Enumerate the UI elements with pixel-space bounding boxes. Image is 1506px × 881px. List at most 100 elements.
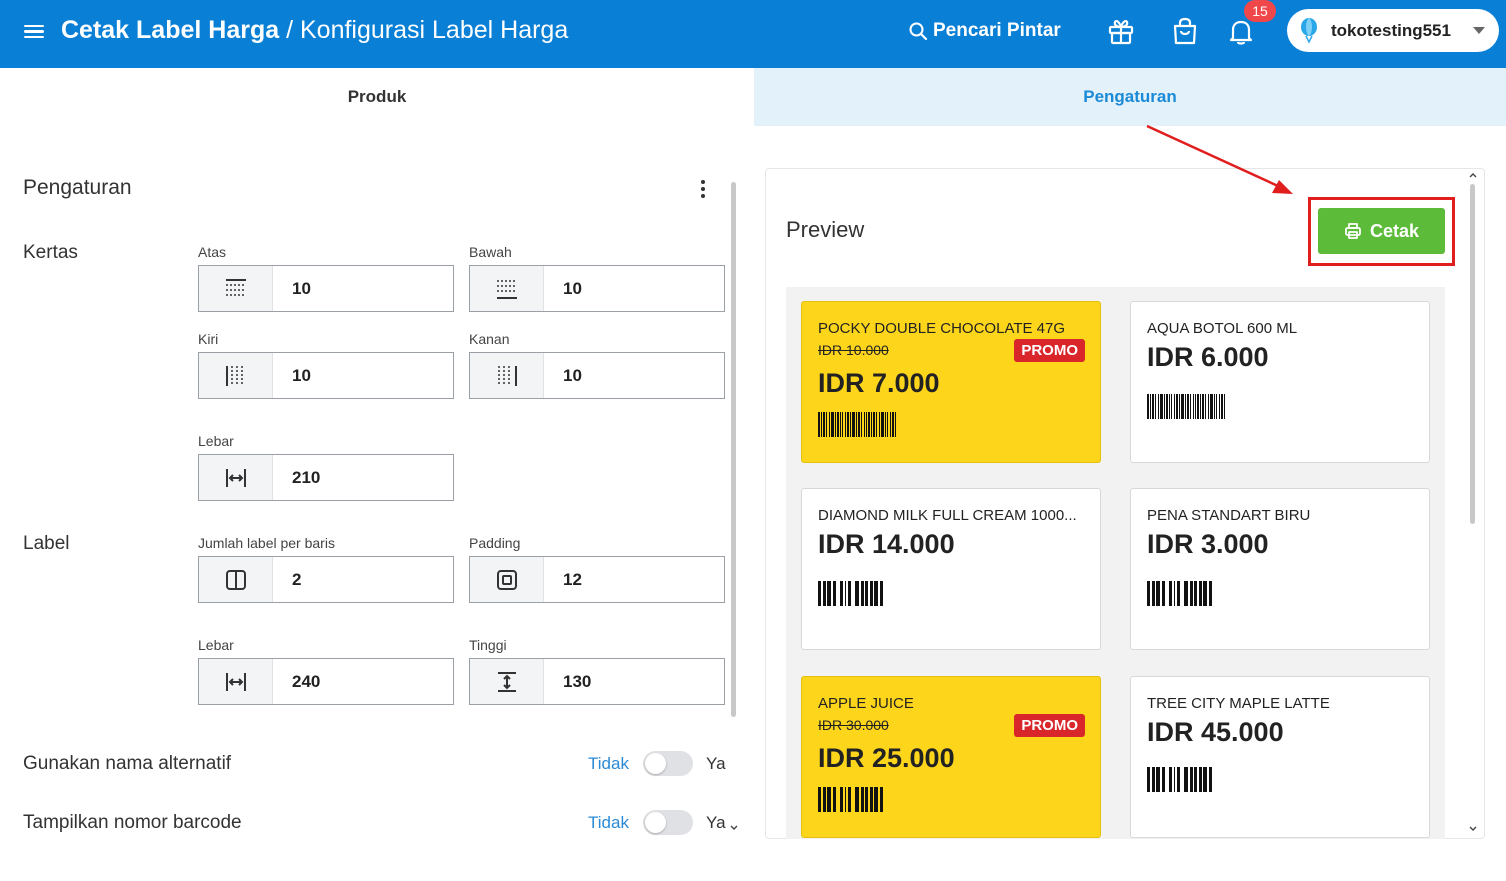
- barcode-bar: [1155, 394, 1156, 419]
- barcode: [818, 787, 883, 812]
- barcode-bar: [818, 787, 821, 812]
- smart-search-button[interactable]: Pencari Pintar: [908, 18, 1061, 44]
- barcode-bar: [1221, 394, 1223, 419]
- barcode-bar: [1181, 394, 1184, 419]
- alt-name-switch[interactable]: [643, 751, 693, 776]
- barcode-bar: [876, 412, 877, 437]
- label-card: POCKY DOUBLE CHOCOLATE 47G IDR 10.000 PR…: [801, 301, 1101, 463]
- barcode-number-off-option[interactable]: Tidak: [588, 813, 629, 833]
- tab-bar: Produk Pengaturan: [0, 68, 1506, 126]
- barcode-bar: [842, 412, 843, 437]
- breadcrumb-parent[interactable]: Cetak Label Harga: [61, 16, 279, 44]
- barcode-bar: [840, 787, 843, 812]
- barcode-bar: [1209, 767, 1212, 792]
- product-price: IDR 25.000: [818, 743, 955, 773]
- padding-input[interactable]: [544, 557, 724, 602]
- barcode-number-label: Tampilkan nomor barcode: [23, 812, 242, 833]
- bawah-input[interactable]: [544, 266, 724, 311]
- barcode-bar: [1152, 394, 1154, 419]
- barcode-number-on-option[interactable]: Ya: [706, 813, 726, 833]
- label-preview-area: POCKY DOUBLE CHOCOLATE 47G IDR 10.000 PR…: [786, 287, 1445, 839]
- barcode-bar: [1166, 394, 1168, 419]
- scroll-up-arrow-icon[interactable]: [1469, 172, 1477, 178]
- barcode-bar: [1184, 581, 1188, 606]
- notification-count-badge: 15: [1244, 0, 1276, 22]
- alt-name-label: Gunakan nama alternatif: [23, 753, 232, 774]
- barcode-bar: [826, 412, 827, 437]
- per-row-label: Jumlah label per baris: [198, 535, 335, 551]
- more-options-icon[interactable]: [696, 180, 710, 202]
- settings-scrollbar[interactable]: [727, 170, 741, 838]
- breadcrumb: Cetak Label Harga / Konfigurasi Label Ha…: [61, 15, 568, 45]
- product-price: IDR 14.000: [818, 529, 955, 559]
- original-price: IDR 30.000: [818, 717, 889, 733]
- barcode-bar: [874, 581, 878, 606]
- store-selector[interactable]: tokotesting551: [1287, 9, 1499, 52]
- barcode-number-switch[interactable]: [643, 810, 693, 835]
- barcode-bar: [887, 412, 888, 437]
- barcode-bar: [837, 412, 839, 437]
- shopping-bag-icon[interactable]: [1168, 14, 1202, 48]
- alt-name-off-option[interactable]: Tidak: [588, 754, 629, 774]
- original-price: IDR 10.000: [818, 342, 889, 358]
- kanan-input[interactable]: [544, 353, 724, 398]
- barcode-bar: [1202, 394, 1204, 419]
- kanan-field: [469, 352, 725, 399]
- product-name: PENA STANDART BIRU: [1147, 507, 1311, 524]
- scrollbar-thumb[interactable]: [1470, 184, 1475, 524]
- kanan-label: Kanan: [469, 331, 510, 347]
- per-row-field: [198, 556, 454, 603]
- gift-icon[interactable]: [1104, 14, 1138, 48]
- alt-name-on-option[interactable]: Ya: [706, 754, 726, 774]
- bawah-field: [469, 265, 725, 312]
- barcode-bar: [861, 581, 864, 606]
- barcode: [818, 412, 896, 437]
- product-name: DIAMOND MILK FULL CREAM 1000...: [818, 507, 1077, 524]
- barcode-bar: [823, 787, 826, 812]
- margin-top-icon: [199, 266, 273, 311]
- hamburger-menu-icon[interactable]: [24, 22, 44, 40]
- atas-input[interactable]: [273, 266, 453, 311]
- barcode-bar: [1176, 394, 1178, 419]
- per-row-input[interactable]: [273, 557, 453, 602]
- scroll-down-arrow-icon[interactable]: [730, 825, 738, 831]
- padding-icon: [470, 557, 544, 602]
- barcode-bar: [1156, 767, 1160, 792]
- tab-pengaturan[interactable]: Pengaturan: [754, 68, 1506, 126]
- paper-width-input[interactable]: [273, 455, 453, 500]
- barcode-bar: [1158, 394, 1159, 419]
- barcode-bar: [873, 412, 875, 437]
- label-card: TREE CITY MAPLE LATTE IDR 45.000: [1130, 676, 1430, 838]
- barcode-bar: [1209, 581, 1212, 606]
- barcode-bar: [1147, 581, 1150, 606]
- print-button[interactable]: Cetak: [1318, 208, 1445, 254]
- barcode-bar: [1174, 767, 1175, 792]
- chevron-down-icon: [1473, 27, 1485, 34]
- width-icon: [199, 455, 273, 500]
- kertas-section-label: Kertas: [23, 242, 78, 263]
- barcode-bar: [848, 581, 851, 606]
- barcode-bar: [881, 412, 884, 437]
- preview-scrollbar[interactable]: [1465, 170, 1481, 838]
- barcode-bar: [864, 412, 865, 437]
- product-price: IDR 3.000: [1147, 529, 1269, 559]
- columns-icon: [199, 557, 273, 602]
- barcode-bar: [852, 412, 855, 437]
- kiri-input[interactable]: [273, 353, 453, 398]
- label-height-field: [469, 658, 725, 705]
- product-name: APPLE JUICE: [818, 695, 914, 712]
- scroll-down-arrow-icon[interactable]: [1469, 826, 1477, 832]
- barcode-bar: [1147, 394, 1149, 419]
- label-card: PENA STANDART BIRU IDR 3.000: [1130, 488, 1430, 650]
- search-icon: [909, 22, 928, 41]
- tab-produk[interactable]: Produk: [0, 68, 754, 126]
- label-height-input[interactable]: [544, 659, 724, 704]
- barcode-number-toggle-row: Tampilkan nomor barcode Tidak Ya: [23, 810, 726, 840]
- barcode-bar: [1162, 767, 1165, 792]
- scrollbar-thumb[interactable]: [731, 182, 736, 717]
- label-width-input[interactable]: [273, 659, 453, 704]
- barcode-bar: [1194, 767, 1197, 792]
- barcode-bar: [829, 412, 830, 437]
- barcode-bar: [823, 412, 825, 437]
- margin-right-icon: [470, 353, 544, 398]
